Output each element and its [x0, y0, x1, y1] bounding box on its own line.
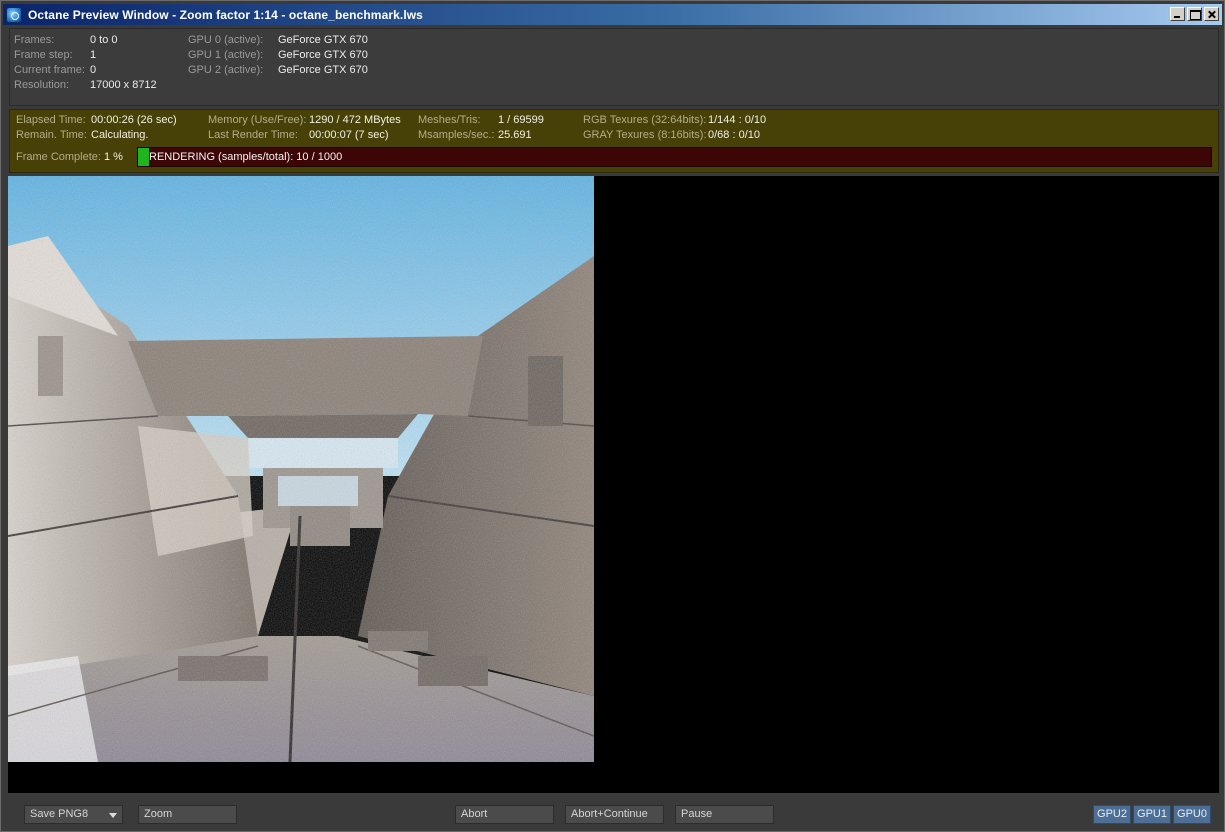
current-frame-label: Current frame: [14, 64, 85, 76]
elapsed-time-label: Elapsed Time: [16, 114, 86, 126]
meshes-value: 1 / 69599 [498, 114, 544, 126]
memory-value: 1290 / 472 MBytes [309, 114, 401, 126]
save-format-dropdown[interactable]: Save PNG8 [24, 805, 123, 824]
frame-step-value: 1 [90, 49, 97, 61]
scene-info-panel: Frames: 0 to 0 Frame step: 1 Current fra… [9, 28, 1219, 106]
chevron-down-icon [109, 813, 117, 818]
frames-label: Frames: [14, 34, 55, 46]
zoom-button[interactable]: Zoom [138, 805, 237, 824]
remain-time-value: Calculating. [91, 129, 149, 141]
resolution-value: 17000 x 8712 [90, 79, 157, 91]
render-viewport[interactable] [8, 176, 1219, 793]
gpu1-toggle-button[interactable]: GPU1 [1133, 805, 1171, 824]
window-controls [1170, 7, 1219, 21]
pause-button[interactable]: Pause [675, 805, 774, 824]
gpu0-toggle-button[interactable]: GPU0 [1173, 805, 1211, 824]
meshes-label: Meshes/Tris: [418, 114, 481, 126]
save-format-label: Save PNG8 [30, 808, 89, 820]
memory-label: Memory (Use/Free): [208, 114, 307, 126]
rgb-textures-value: 1/144 : 0/10 [708, 114, 767, 126]
abort-button[interactable]: Abort [455, 805, 554, 824]
octane-preview-window: Octane Preview Window - Zoom factor 1:14… [0, 0, 1225, 832]
gpu2-value: GeForce GTX 670 [278, 64, 368, 76]
frame-complete-value: 1 % [104, 151, 123, 163]
remain-time-label: Remain. Time: [16, 129, 87, 141]
gray-textures-value: 0/68 : 0/10 [708, 129, 760, 141]
gpu1-label: GPU 1 (active): [188, 49, 264, 61]
msamples-label: Msamples/sec.: [418, 129, 495, 141]
gpu2-toggle-button[interactable]: GPU2 [1093, 805, 1131, 824]
octane-logo-icon [6, 6, 22, 23]
frames-value: 0 to 0 [90, 34, 118, 46]
current-frame-value: 0 [90, 64, 97, 76]
gpu1-value: GeForce GTX 670 [278, 49, 368, 61]
msamples-value: 25.691 [498, 129, 532, 141]
last-render-label: Last Render Time: [208, 129, 298, 141]
resolution-label: Resolution: [14, 79, 70, 91]
gray-textures-label: GRAY Texures (8:16bits): [583, 129, 707, 141]
frame-complete-label: Frame Complete: [16, 151, 101, 163]
gpu2-label: GPU 2 (active): [188, 64, 264, 76]
render-progress-bar: RENDERING (samples/total): 10 / 1000 [137, 147, 1212, 167]
maximize-button[interactable] [1187, 7, 1202, 21]
frame-step-label: Frame step: [14, 49, 73, 61]
preview-toolbar: Save PNG8 Zoom Abort Abort+Continue Paus… [3, 798, 1222, 830]
minimize-button[interactable] [1170, 7, 1185, 21]
render-stats-panel: Elapsed Time: 00:00:26 (26 sec) Remain. … [9, 109, 1219, 173]
abort-continue-button[interactable]: Abort+Continue [565, 805, 664, 824]
benchmark-scene-image [8, 176, 594, 762]
elapsed-time-value: 00:00:26 (26 sec) [91, 114, 177, 126]
title-bar[interactable]: Octane Preview Window - Zoom factor 1:14… [3, 4, 1222, 25]
render-progress-fill [138, 148, 149, 166]
gpu0-value: GeForce GTX 670 [278, 34, 368, 46]
gpu0-label: GPU 0 (active): [188, 34, 264, 46]
last-render-value: 00:00:07 (7 sec) [309, 129, 389, 141]
rgb-textures-label: RGB Texures (32:64bits): [583, 114, 707, 126]
rendering-status-text: RENDERING (samples/total): 10 / 1000 [149, 151, 343, 163]
window-title: Octane Preview Window - Zoom factor 1:14… [28, 7, 423, 22]
rendered-image [8, 176, 594, 762]
close-button[interactable] [1204, 7, 1219, 21]
